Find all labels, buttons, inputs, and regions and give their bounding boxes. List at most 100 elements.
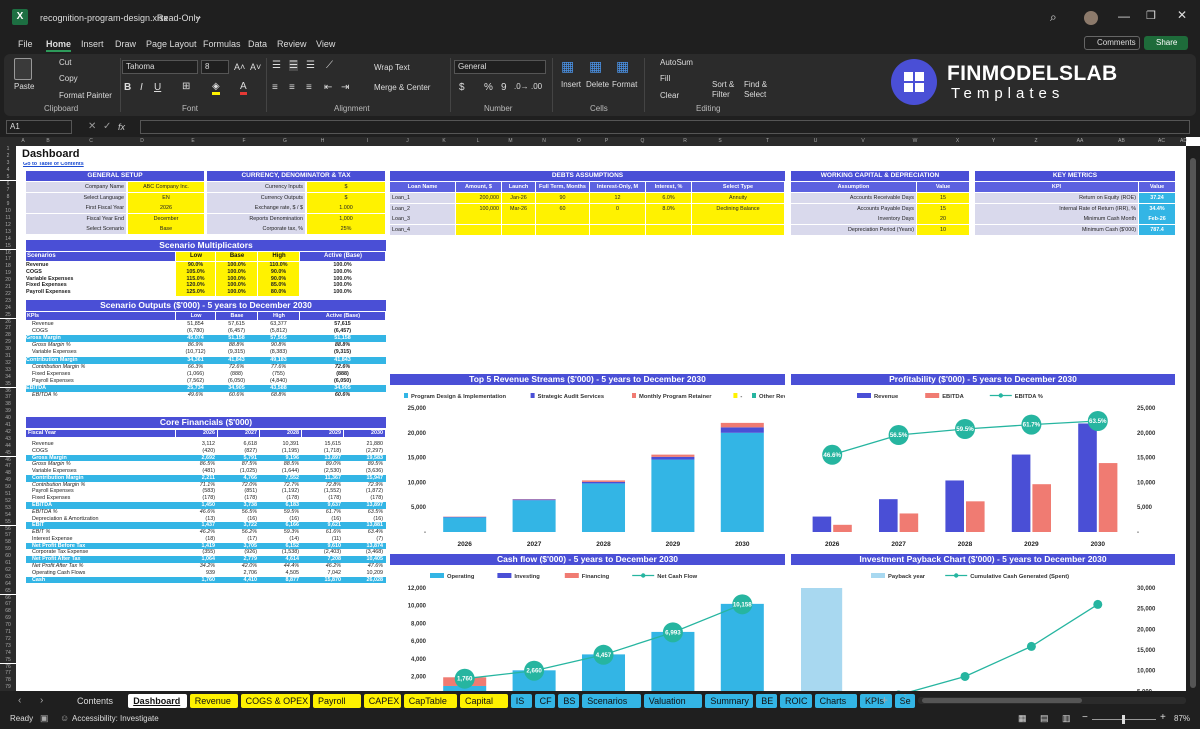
- enter-icon[interactable]: ✓: [103, 121, 111, 132]
- column-header[interactable]: T: [740, 137, 795, 146]
- row-header[interactable]: 3: [0, 159, 16, 167]
- find-select-button[interactable]: Find & Select: [744, 80, 774, 99]
- macro-record-icon[interactable]: ▣: [40, 713, 49, 724]
- row-header[interactable]: 37: [0, 394, 16, 402]
- row-header[interactable]: 77: [0, 670, 16, 678]
- row-header[interactable]: 30: [0, 346, 16, 353]
- align-right-icon[interactable]: ≡: [306, 82, 312, 93]
- row-header[interactable]: 32: [0, 359, 16, 367]
- row-header[interactable]: 58: [0, 539, 16, 547]
- row-header[interactable]: 15: [0, 242, 16, 250]
- grow-font-icon[interactable]: A˄: [234, 62, 245, 72]
- zoom-out-icon[interactable]: −: [1082, 712, 1088, 723]
- percent-format-icon[interactable]: %: [484, 82, 493, 93]
- row-header[interactable]: 61: [0, 560, 16, 567]
- tab-scroll-left-icon[interactable]: ‹: [18, 695, 21, 706]
- insert-cells-icon[interactable]: ▦: [561, 58, 574, 75]
- column-header[interactable]: X: [940, 137, 975, 146]
- row-header[interactable]: 6: [0, 180, 16, 188]
- restore-icon[interactable]: ❐: [1146, 9, 1156, 22]
- tab-scroll-right-icon[interactable]: ›: [40, 695, 43, 706]
- search-icon[interactable]: ⌕: [1050, 10, 1057, 25]
- row-header[interactable]: 27: [0, 325, 16, 333]
- row-header[interactable]: 50: [0, 484, 16, 491]
- tab-summary[interactable]: Summary: [705, 694, 754, 708]
- row-header[interactable]: 40: [0, 415, 16, 422]
- window-mode[interactable]: Read-Only: [157, 13, 200, 23]
- row-header[interactable]: 7: [0, 187, 16, 195]
- row-header[interactable]: 4: [0, 166, 16, 174]
- insert-cells-button[interactable]: Insert: [561, 80, 581, 89]
- row-header[interactable]: 19: [0, 270, 16, 278]
- row-header[interactable]: 44: [0, 442, 16, 450]
- row-header[interactable]: 9: [0, 201, 16, 209]
- name-box[interactable]: A1: [6, 120, 72, 134]
- row-header[interactable]: 26: [0, 318, 16, 326]
- font-name-select[interactable]: Tahoma: [122, 60, 198, 74]
- row-header[interactable]: 69: [0, 615, 16, 623]
- minimize-icon[interactable]: —: [1118, 9, 1130, 23]
- row-header[interactable]: 66: [0, 594, 16, 602]
- row-header[interactable]: 29: [0, 339, 16, 347]
- row-header[interactable]: 31: [0, 353, 16, 360]
- row-header[interactable]: 53: [0, 504, 16, 512]
- shrink-font-icon[interactable]: A˅: [250, 62, 261, 72]
- format-cells-icon[interactable]: ▦: [616, 58, 629, 75]
- format-painter-button[interactable]: Format Painter: [59, 91, 112, 100]
- increase-decimal-icon[interactable]: .0→: [514, 82, 529, 91]
- row-header[interactable]: 49: [0, 477, 16, 485]
- zoom-slider[interactable]: [1092, 715, 1156, 724]
- tabs-more-icon[interactable]: ⋯: [865, 694, 875, 705]
- delete-cells-icon[interactable]: ▦: [589, 58, 602, 75]
- row-header[interactable]: 13: [0, 228, 16, 236]
- column-header[interactable]: H: [300, 137, 345, 146]
- row-header[interactable]: 70: [0, 622, 16, 629]
- align-top-icon[interactable]: ☰: [272, 60, 281, 71]
- toc-link[interactable]: Go to Table of Contents: [23, 162, 84, 167]
- tab-roic[interactable]: ROIC: [780, 694, 812, 708]
- select-all-corner[interactable]: [0, 137, 16, 146]
- row-header[interactable]: 74: [0, 649, 16, 657]
- column-header[interactable]: P: [598, 137, 615, 146]
- row-header[interactable]: 73: [0, 642, 16, 650]
- borders-icon[interactable]: ⊞: [182, 81, 190, 92]
- tab-captable[interactable]: CapTable: [403, 694, 457, 708]
- row-header[interactable]: 38: [0, 401, 16, 409]
- row-header[interactable]: 67: [0, 601, 16, 609]
- row-header[interactable]: 36: [0, 387, 16, 395]
- row-header[interactable]: 16: [0, 249, 16, 257]
- cancel-icon[interactable]: ✕: [88, 121, 96, 132]
- column-header[interactable]: Q: [615, 137, 670, 146]
- row-header[interactable]: 60: [0, 553, 16, 560]
- column-header[interactable]: N: [528, 137, 560, 146]
- tab-contents[interactable]: Contents: [72, 694, 126, 708]
- menu-data[interactable]: Data: [248, 39, 267, 49]
- row-header[interactable]: 5: [0, 173, 16, 181]
- page-layout-view-icon[interactable]: ▤: [1040, 713, 1049, 724]
- column-header[interactable]: K: [425, 137, 463, 146]
- column-header[interactable]: U: [795, 137, 836, 146]
- column-header[interactable]: Z: [1012, 137, 1060, 146]
- status-accessibility[interactable]: Accessibility: Investigate: [72, 714, 159, 723]
- menu-file[interactable]: File: [18, 39, 33, 49]
- column-header[interactable]: F: [218, 137, 270, 146]
- vertical-scrollbar[interactable]: [1186, 146, 1200, 691]
- merge-center-button[interactable]: Merge & Center: [374, 83, 430, 92]
- font-size-select[interactable]: 8: [201, 60, 229, 74]
- column-header[interactable]: C: [66, 137, 116, 146]
- row-header[interactable]: 72: [0, 635, 16, 643]
- column-header[interactable]: B: [30, 137, 66, 146]
- accessibility-icon[interactable]: ☺: [60, 713, 69, 723]
- row-header[interactable]: 54: [0, 511, 16, 519]
- column-header[interactable]: AB: [1100, 137, 1143, 146]
- menu-home[interactable]: Home: [46, 39, 72, 52]
- tab-cf[interactable]: CF: [534, 694, 556, 708]
- row-header[interactable]: 57: [0, 532, 16, 540]
- cut-button[interactable]: Cut: [59, 58, 71, 67]
- menu-review[interactable]: Review: [277, 39, 307, 49]
- row-header[interactable]: 68: [0, 608, 16, 616]
- column-header[interactable]: R: [670, 137, 700, 146]
- comments-button[interactable]: Comments: [1084, 36, 1140, 50]
- column-header[interactable]: AA: [1060, 137, 1100, 146]
- clear-button[interactable]: Clear: [660, 91, 679, 100]
